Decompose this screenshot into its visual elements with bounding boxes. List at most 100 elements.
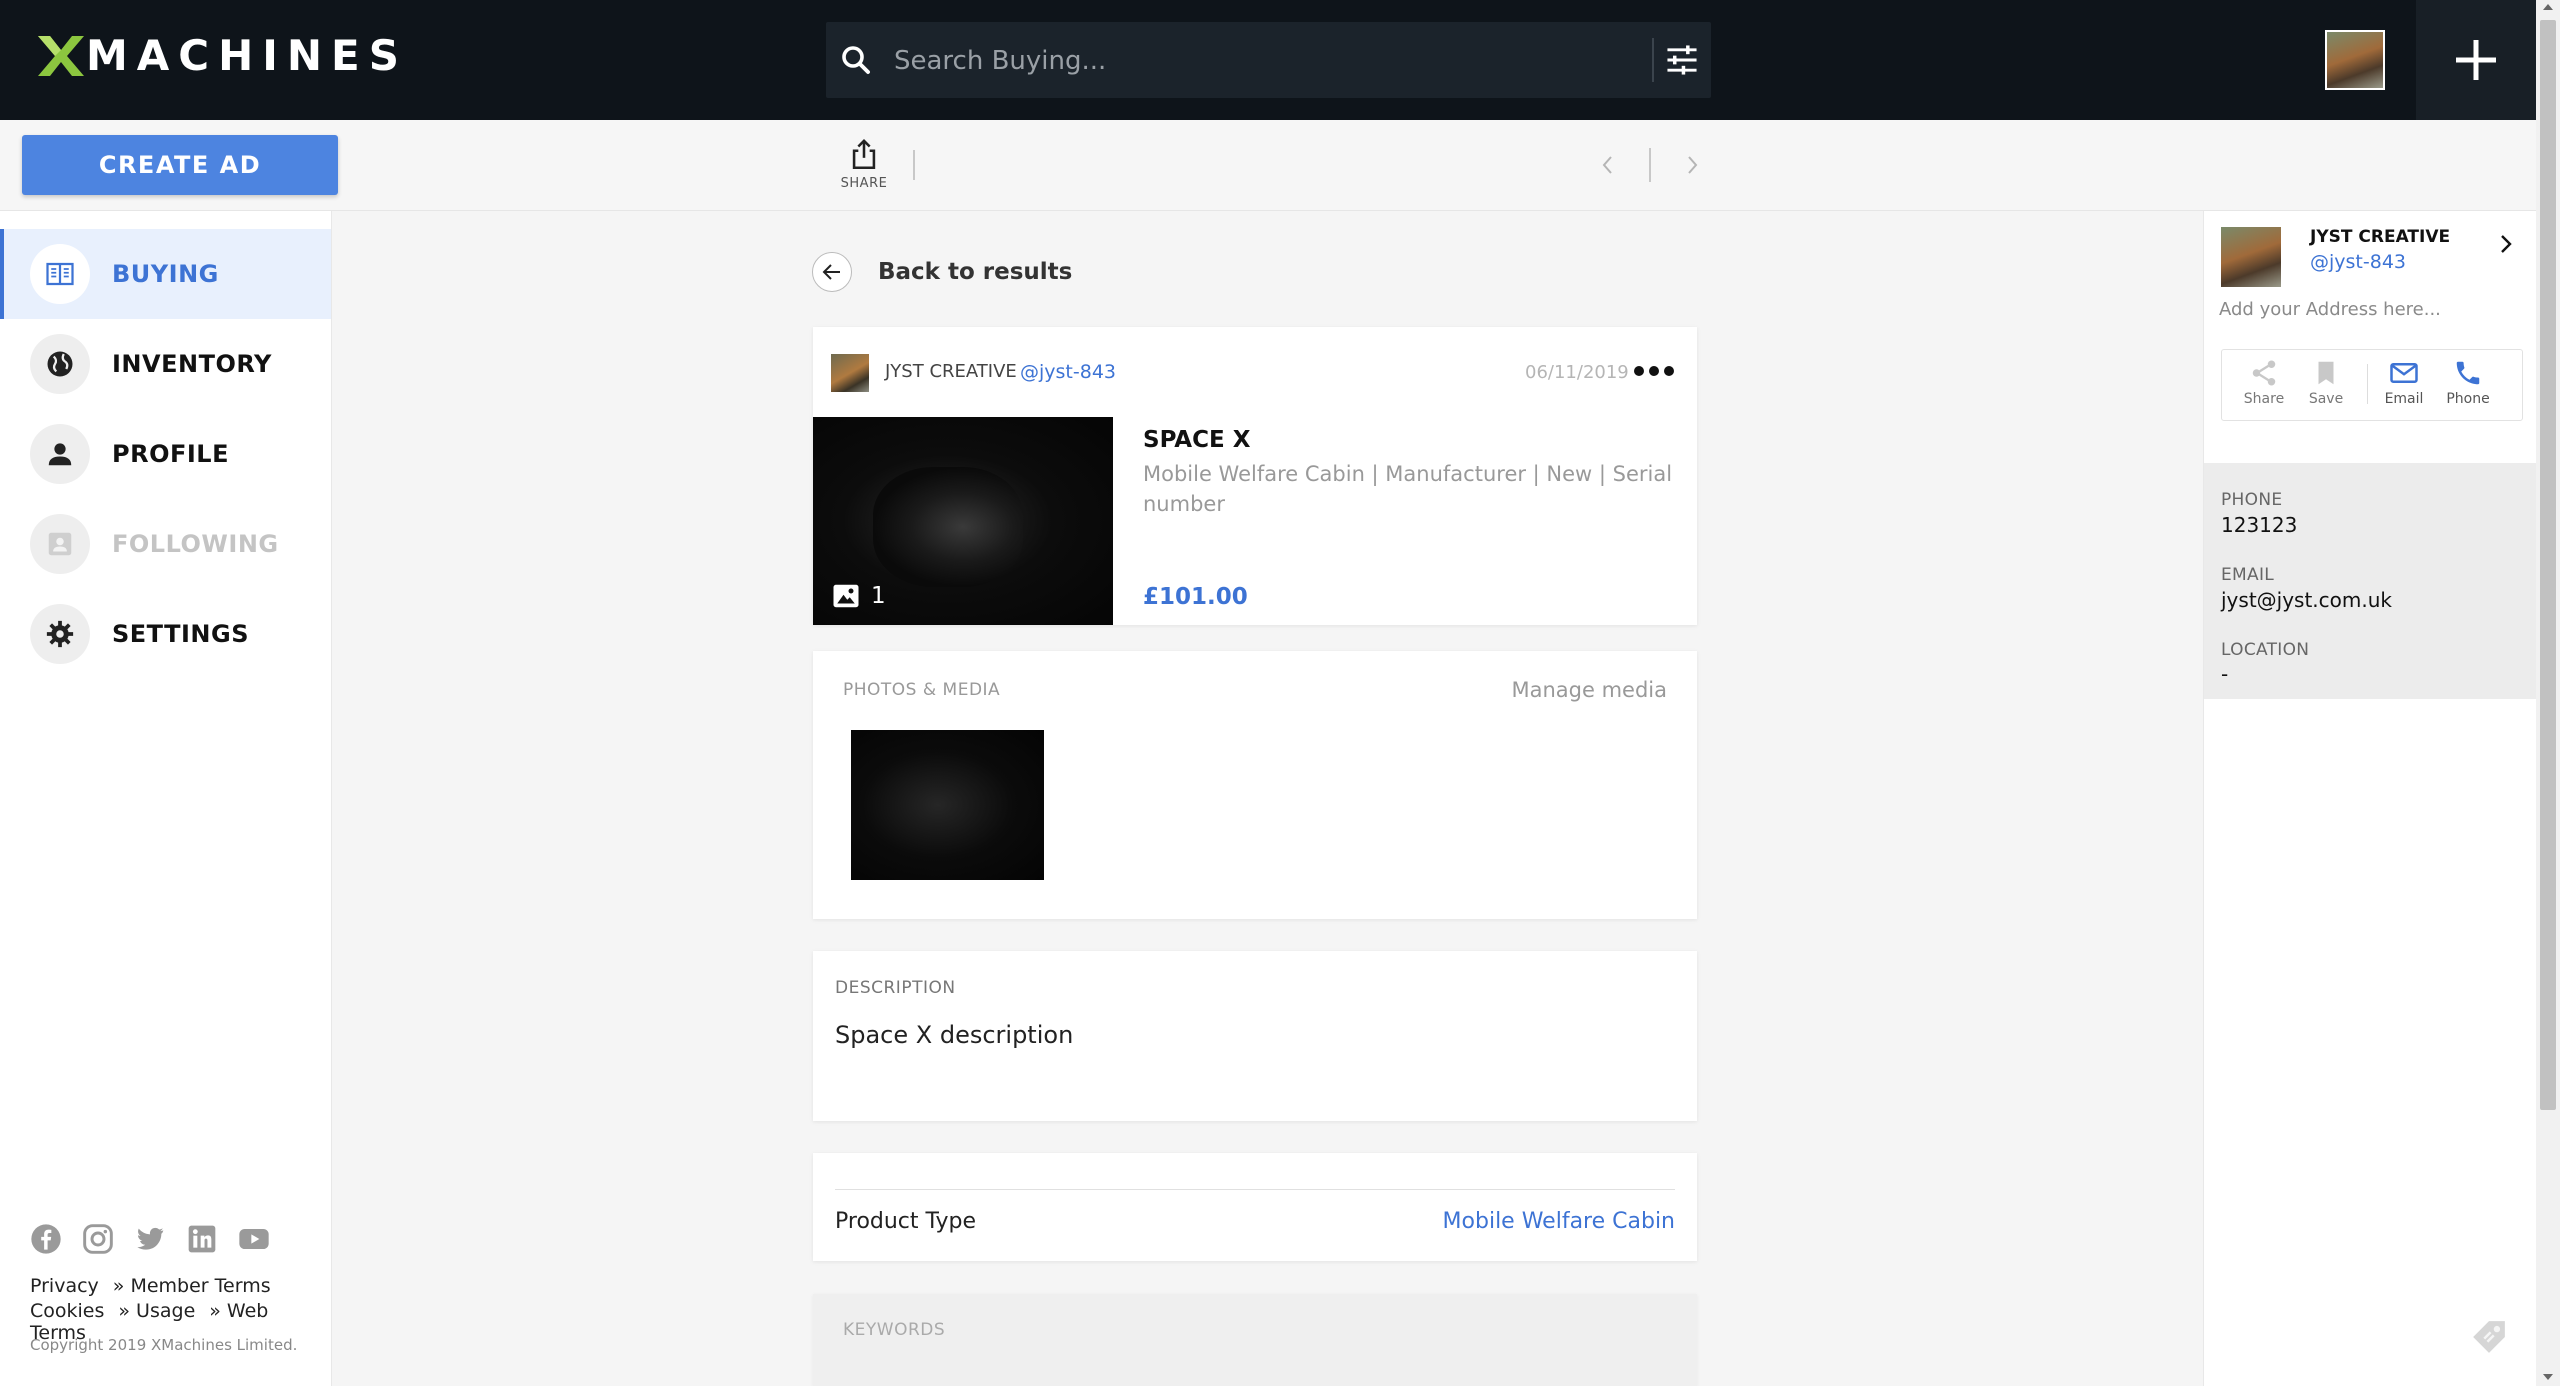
image-icon [833, 584, 859, 608]
add-button[interactable] [2416, 0, 2536, 120]
keywords-card: KEYWORDS [813, 1294, 1697, 1386]
page-scrollbar[interactable] [2536, 0, 2560, 1386]
section-header: DESCRIPTION [835, 978, 956, 998]
listing-price: £101.00 [1143, 584, 1248, 610]
description-card: DESCRIPTION Space X description [813, 951, 1697, 1121]
section-header: PHOTOS & MEDIA [843, 680, 1001, 700]
action-label: Share [2243, 391, 2285, 407]
tag-icon[interactable] [2470, 1318, 2508, 1356]
social-links [30, 1223, 270, 1255]
phone-action[interactable]: Phone [2438, 358, 2498, 407]
action-label: Save [2308, 391, 2344, 407]
listing-photo[interactable]: 1 [813, 417, 1113, 625]
facebook-icon[interactable] [30, 1223, 62, 1255]
privacy-link[interactable]: Privacy [30, 1275, 99, 1297]
bookmark-icon [2318, 361, 2334, 385]
sidebar-item-inventory[interactable]: INVENTORY [0, 319, 331, 409]
email-label: EMAIL [2221, 565, 2275, 585]
person-icon [30, 424, 90, 484]
sidebar-item-profile[interactable]: PROFILE [0, 409, 331, 499]
contacts-icon [30, 514, 90, 574]
share-icon [2252, 360, 2276, 386]
actions-divider [2367, 364, 2368, 404]
chevron-right-icon[interactable] [1680, 152, 1704, 178]
address-placeholder[interactable]: Add your Address here... [2219, 299, 2441, 320]
photos-media-card: PHOTOS & MEDIA Manage media [813, 651, 1697, 919]
filter-sliders-icon[interactable] [1664, 44, 1700, 76]
section-header: KEYWORDS [843, 1320, 946, 1340]
scroll-down-arrow[interactable] [2543, 1374, 2553, 1380]
seller-name[interactable]: JYST CREATIVE [885, 361, 1017, 382]
more-options-icon[interactable] [1630, 359, 1678, 383]
usage-link[interactable]: » Usage [118, 1300, 195, 1322]
sidebar-item-following[interactable]: FOLLOWING [0, 499, 331, 589]
listing-meta: Mobile Welfare Cabin | Manufacturer | Ne… [1143, 462, 1673, 516]
action-label: Phone [2446, 391, 2490, 407]
search-icon[interactable] [838, 42, 874, 78]
sidebar-item-label: BUYING [112, 260, 219, 288]
media-thumbnail[interactable] [851, 730, 1044, 880]
sidebar-item-label: INVENTORY [112, 350, 272, 378]
sidebar-item-label: PROFILE [112, 440, 229, 468]
mail-icon [2390, 363, 2418, 383]
sidebar-item-buying[interactable]: BUYING [0, 229, 331, 319]
share-upload-icon [852, 139, 876, 170]
sidebar-item-settings[interactable]: SETTINGS [0, 589, 331, 679]
photo-count-value: 1 [871, 583, 886, 609]
save-action[interactable]: Save [2296, 358, 2356, 407]
plus-icon [2456, 40, 2496, 80]
divider [835, 1189, 1675, 1190]
seller-panel: JYST CREATIVE @jyst-843 Add your Address… [2203, 211, 2537, 1386]
create-ad-button[interactable]: CREATE AD [22, 135, 338, 195]
globe-icon [30, 334, 90, 394]
email-action[interactable]: Email [2374, 358, 2434, 407]
logo-x-icon [38, 36, 84, 76]
location-label: LOCATION [2221, 640, 2310, 660]
xmachines-logo[interactable]: MACHINES [38, 34, 408, 78]
nav-divider [1649, 148, 1651, 182]
sidebar: BUYING INVENTORY PROFILE FOLLOWING SETTI… [0, 211, 332, 1386]
listing-title: SPACE X [1143, 427, 1251, 453]
twitter-icon[interactable] [134, 1223, 166, 1255]
email-value: jyst@jyst.com.uk [2221, 588, 2392, 612]
cookies-link[interactable]: Cookies [30, 1300, 104, 1322]
seller-contact-info: PHONE 123123 EMAIL jyst@jyst.com.uk LOCA… [2204, 463, 2537, 699]
arrow-left-icon [812, 252, 852, 292]
seller-name[interactable]: JYST CREATIVE [2310, 227, 2450, 247]
top-bar: MACHINES [0, 0, 2536, 120]
location-value: - [2221, 662, 2229, 686]
lens-image [873, 467, 1023, 587]
back-label: Back to results [878, 259, 1073, 285]
book-icon [30, 244, 90, 304]
scrollbar-thumb[interactable] [2540, 20, 2556, 1110]
chevron-left-icon[interactable] [1596, 152, 1620, 178]
seller-avatar[interactable] [2221, 227, 2281, 287]
copyright-text: Copyright 2019 XMachines Limited. [30, 1336, 298, 1354]
phone-value: 123123 [2221, 513, 2298, 537]
seller-handle[interactable]: @jyst-843 [2310, 251, 2406, 273]
instagram-icon[interactable] [82, 1223, 114, 1255]
seller-handle[interactable]: @jyst-843 [1020, 361, 1116, 383]
seller-avatar[interactable] [831, 354, 869, 392]
share-button[interactable]: SHARE [836, 138, 892, 198]
search-input[interactable] [892, 22, 1466, 100]
user-avatar[interactable] [2325, 30, 2385, 90]
share-action[interactable]: Share [2234, 358, 2294, 407]
product-type-card: Product Type Mobile Welfare Cabin [813, 1153, 1697, 1261]
listing-card: JYST CREATIVE @jyst-843 06/11/2019 1 SPA… [813, 327, 1697, 625]
action-label: Email [2384, 391, 2424, 407]
seller-actions: Share Save Email Phone [2221, 349, 2523, 421]
chevron-right-icon[interactable] [2494, 231, 2518, 257]
member-terms-link[interactable]: » Member Terms [113, 1275, 271, 1297]
logo-text: MACHINES [86, 31, 408, 80]
phone-icon [2456, 361, 2480, 385]
legal-links-row-1: Privacy » Member Terms [30, 1275, 285, 1297]
product-type-value[interactable]: Mobile Welfare Cabin [1443, 1209, 1675, 1234]
scroll-up-arrow[interactable] [2543, 4, 2553, 10]
phone-label: PHONE [2221, 490, 2283, 510]
manage-media-link[interactable]: Manage media [1511, 678, 1667, 702]
description-text: Space X description [835, 1021, 1074, 1049]
back-to-results[interactable]: Back to results [812, 252, 1072, 292]
youtube-icon[interactable] [238, 1223, 270, 1255]
linkedin-icon[interactable] [186, 1223, 218, 1255]
